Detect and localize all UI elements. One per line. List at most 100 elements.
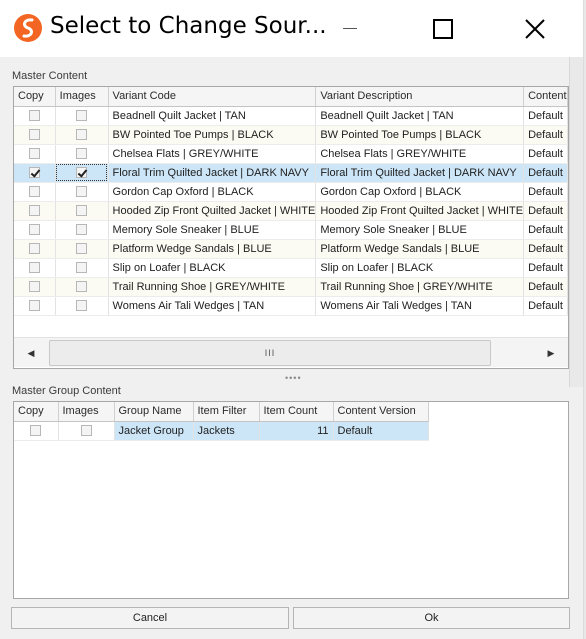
variant-description-cell[interactable]: Trail Running Shoe | GREY/WHITE [315, 277, 525, 297]
column-header-variant-description[interactable]: Variant Description [315, 87, 525, 107]
images-checkbox[interactable] [76, 300, 88, 312]
copy-checkbox[interactable] [28, 148, 40, 160]
images-checkbox[interactable] [76, 281, 88, 293]
column-header-variant-code[interactable]: Variant Code [108, 87, 317, 107]
column-header-copy[interactable]: Copy [14, 87, 56, 107]
close-button[interactable] [512, 0, 558, 57]
master-content-grid[interactable]: Copy Images Variant Code Variant Descrip… [13, 86, 569, 369]
images-checkbox[interactable] [76, 205, 88, 217]
images-checkbox[interactable] [76, 167, 88, 179]
variant-code-cell[interactable]: Memory Sole Sneaker | BLUE [108, 220, 317, 240]
table-row[interactable]: Platform Wedge Sandals | BLUE Platform We… [14, 239, 568, 259]
table-row[interactable]: Womens Air Tali Wedges | TAN Womens Air T… [14, 296, 568, 316]
copy-cell [14, 106, 56, 126]
copy-checkbox[interactable] [28, 129, 40, 141]
copy-checkbox[interactable] [28, 281, 40, 293]
splitter-grip[interactable]: •••• [285, 373, 302, 383]
column-header-item-filter[interactable]: Item Filter [193, 402, 260, 422]
variant-code-cell[interactable]: Womens Air Tali Wedges | TAN [108, 296, 317, 316]
content-version-cell[interactable]: Default [333, 421, 429, 441]
maximize-button[interactable] [420, 0, 466, 57]
variant-code-cell[interactable]: Slip on Loafer | BLACK [108, 258, 317, 278]
column-header-images[interactable]: Images [58, 402, 115, 422]
table-row[interactable]: Hooded Zip Front Quilted Jacket | WHITE H… [14, 201, 568, 221]
images-checkbox[interactable] [76, 243, 88, 255]
table-row[interactable]: Trail Running Shoe | GREY/WHITE Trail Run… [14, 277, 568, 297]
item-filter-cell[interactable]: Jackets [193, 421, 260, 441]
content-cell[interactable]: Default [523, 220, 568, 240]
images-checkbox[interactable] [76, 262, 88, 274]
content-cell[interactable]: Default [523, 239, 568, 259]
item-count-cell[interactable]: 11 [259, 421, 334, 441]
variant-description-cell[interactable]: Slip on Loafer | BLACK [315, 258, 525, 278]
master-group-content-grid[interactable]: Copy Images Group Name Item Filter Item … [13, 401, 569, 599]
content-cell[interactable]: Default [523, 144, 568, 164]
vertical-scrollbar[interactable] [569, 57, 583, 387]
table-row[interactable]: Slip on Loafer | BLACK Slip on Loafer | B… [14, 258, 568, 278]
variant-description-cell[interactable]: Memory Sole Sneaker | BLUE [315, 220, 525, 240]
scroll-left-arrow-icon[interactable]: ◀ [16, 338, 46, 368]
content-cell[interactable]: Default [523, 163, 568, 183]
variant-description-cell[interactable]: Floral Trim Quilted Jacket | DARK NAVY [315, 163, 525, 183]
copy-checkbox[interactable] [28, 300, 40, 312]
column-header-images[interactable]: Images [55, 87, 109, 107]
variant-code-cell[interactable]: BW Pointed Toe Pumps | BLACK [108, 125, 317, 145]
images-checkbox[interactable] [76, 186, 88, 198]
variant-code-cell[interactable]: Hooded Zip Front Quilted Jacket | WHITE [108, 201, 317, 221]
column-header-content[interactable]: Content [523, 87, 568, 107]
variant-description-cell[interactable]: Beadnell Quilt Jacket | TAN [315, 106, 525, 126]
table-row[interactable]: Memory Sole Sneaker | BLUE Memory Sole Sn… [14, 220, 568, 240]
images-checkbox[interactable] [76, 224, 88, 236]
column-header-copy[interactable]: Copy [14, 402, 59, 422]
table-row[interactable]: Beadnell Quilt Jacket | TAN Beadnell Quil… [14, 106, 568, 126]
images-checkbox[interactable] [76, 110, 88, 122]
content-cell[interactable]: Default [523, 201, 568, 221]
variant-description-cell[interactable]: Hooded Zip Front Quilted Jacket | WHITE [315, 201, 525, 221]
content-cell[interactable]: Default [523, 258, 568, 278]
column-header-content-version[interactable]: Content Version [333, 402, 429, 422]
variant-description-cell[interactable]: Platform Wedge Sandals | BLUE [315, 239, 525, 259]
content-cell[interactable]: Default [523, 106, 568, 126]
copy-checkbox[interactable] [28, 167, 40, 179]
copy-checkbox[interactable] [28, 224, 40, 236]
copy-checkbox[interactable] [28, 205, 40, 217]
table-row[interactable]: Gordon Cap Oxford | BLACK Gordon Cap Oxfo… [14, 182, 568, 202]
variant-description-cell[interactable]: Womens Air Tali Wedges | TAN [315, 296, 525, 316]
table-row[interactable]: Jacket Group Jackets 11 Default [14, 421, 429, 441]
content-cell[interactable]: Default [523, 296, 568, 316]
scroll-right-arrow-icon[interactable]: ▶ [536, 338, 566, 368]
images-checkbox[interactable] [76, 148, 88, 160]
master-header-row: Copy Images Variant Code Variant Descrip… [14, 87, 568, 107]
variant-description-cell[interactable]: Chelsea Flats | GREY/WHITE [315, 144, 525, 164]
table-row[interactable]: BW Pointed Toe Pumps | BLACK BW Pointed T… [14, 125, 568, 145]
column-header-group-name[interactable]: Group Name [114, 402, 194, 422]
minimize-button[interactable] [327, 0, 373, 57]
copy-checkbox[interactable] [28, 262, 40, 274]
scroll-thumb[interactable]: III [49, 340, 491, 366]
images-checkbox[interactable] [80, 425, 92, 437]
copy-checkbox[interactable] [28, 186, 40, 198]
images-checkbox[interactable] [76, 129, 88, 141]
title-bar[interactable]: Select to Change Sour... [0, 0, 583, 57]
table-row[interactable]: Chelsea Flats | GREY/WHITE Chelsea Flats … [14, 144, 568, 164]
content-cell[interactable]: Default [523, 182, 568, 202]
variant-description-cell[interactable]: Gordon Cap Oxford | BLACK [315, 182, 525, 202]
copy-checkbox[interactable] [28, 110, 40, 122]
column-header-item-count[interactable]: Item Count [259, 402, 334, 422]
variant-code-cell[interactable]: Beadnell Quilt Jacket | TAN [108, 106, 317, 126]
variant-code-cell[interactable]: Platform Wedge Sandals | BLUE [108, 239, 317, 259]
table-row[interactable]: Floral Trim Quilted Jacket | DARK NAVY Fl… [14, 163, 568, 183]
variant-code-cell[interactable]: Floral Trim Quilted Jacket | DARK NAVY [108, 163, 317, 183]
horizontal-scrollbar[interactable]: ◀ III ▶ [14, 337, 568, 367]
variant-code-cell[interactable]: Chelsea Flats | GREY/WHITE [108, 144, 317, 164]
content-cell[interactable]: Default [523, 125, 568, 145]
variant-code-cell[interactable]: Trail Running Shoe | GREY/WHITE [108, 277, 317, 297]
variant-description-cell[interactable]: BW Pointed Toe Pumps | BLACK [315, 125, 525, 145]
copy-checkbox[interactable] [30, 425, 42, 437]
copy-checkbox[interactable] [28, 243, 40, 255]
variant-code-cell[interactable]: Gordon Cap Oxford | BLACK [108, 182, 317, 202]
group-name-cell[interactable]: Jacket Group [114, 421, 194, 441]
cancel-button[interactable]: Cancel [11, 607, 289, 629]
ok-button[interactable]: Ok [293, 607, 570, 629]
content-cell[interactable]: Default [523, 277, 568, 297]
